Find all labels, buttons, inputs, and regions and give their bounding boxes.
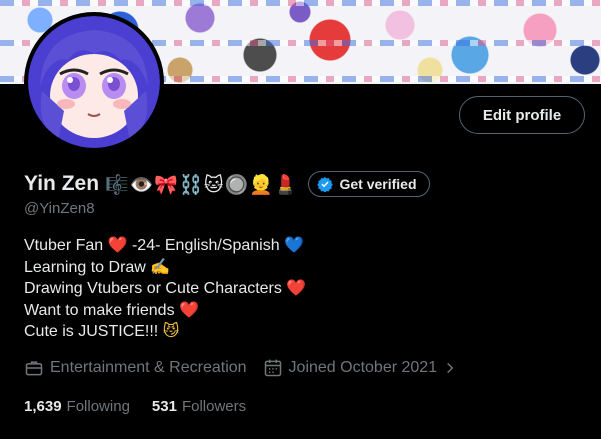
bio-text: Drawing Vtubers or Cute Characters xyxy=(24,280,287,297)
bio-text: Vtuber Fan xyxy=(24,237,108,254)
following-count: 1,639 xyxy=(24,397,62,415)
profile-meta: Entertainment & Recreation Joined Octobe… xyxy=(24,356,457,380)
category-label: Entertainment & Recreation xyxy=(50,359,247,376)
followers-label: Followers xyxy=(181,397,247,415)
bio-line: Vtuber Fan ❤️ -24- English/Spanish 💙 xyxy=(24,234,306,256)
user-handle: @YinZen8 xyxy=(24,200,95,217)
joined-label: Joined October 2021 xyxy=(288,359,438,376)
bio-text: -24- English/Spanish xyxy=(127,237,285,254)
bio-emoji: 😼 xyxy=(162,321,180,340)
get-verified-label: Get verified xyxy=(339,176,417,192)
chevron-right-icon xyxy=(447,362,454,374)
verified-badge-icon xyxy=(317,177,334,192)
bio-emoji: ❤️ xyxy=(179,299,199,319)
followers-count: 531 xyxy=(151,397,177,415)
bio-emoji: ❤️ xyxy=(107,235,128,254)
bio-emoji: ✍️ xyxy=(150,256,171,276)
bio-emoji: 💙 xyxy=(284,235,304,254)
followers-link[interactable]: 531 Followers xyxy=(152,398,246,415)
edit-profile-button[interactable]: Edit profile xyxy=(459,96,585,134)
avatar-image xyxy=(28,16,160,148)
following-label: Following xyxy=(66,397,130,415)
bio-line: Drawing Vtubers or Cute Characters ❤️ xyxy=(24,277,306,299)
profile-name-row: Yin Zen 🎼👁️🎀⛓️🐱🔘👱💄 Get verified xyxy=(24,170,430,198)
name-emojis: 🎼👁️🎀⛓️🐱🔘👱💄 xyxy=(105,173,299,196)
bio-emoji: ❤️ xyxy=(286,278,307,297)
category: Entertainment & Recreation xyxy=(24,358,247,378)
briefcase-icon xyxy=(25,361,43,376)
avatar[interactable] xyxy=(24,12,164,152)
bio: Vtuber Fan ❤️ -24- English/Spanish 💙 Lea… xyxy=(24,234,306,342)
following-link[interactable]: 1,639 Following xyxy=(24,398,130,415)
calendar-icon xyxy=(264,359,281,377)
display-name: Yin Zen xyxy=(24,172,100,195)
joined-date[interactable]: Joined October 2021 xyxy=(263,358,458,378)
bio-text: Learning to Draw xyxy=(24,258,151,276)
bio-text: Cute is JUSTICE!!! xyxy=(24,323,163,340)
get-verified-button[interactable]: Get verified xyxy=(308,171,430,197)
follow-stats: 1,639 Following 531 Followers xyxy=(24,396,246,416)
bio-text: Want to make friends xyxy=(24,301,180,319)
bio-line: Cute is JUSTICE!!! 😼 xyxy=(24,320,306,342)
bio-line: Learning to Draw ✍️ xyxy=(24,256,306,278)
banner-pattern xyxy=(0,0,601,6)
bio-line: Want to make friends ❤️ xyxy=(24,299,306,321)
